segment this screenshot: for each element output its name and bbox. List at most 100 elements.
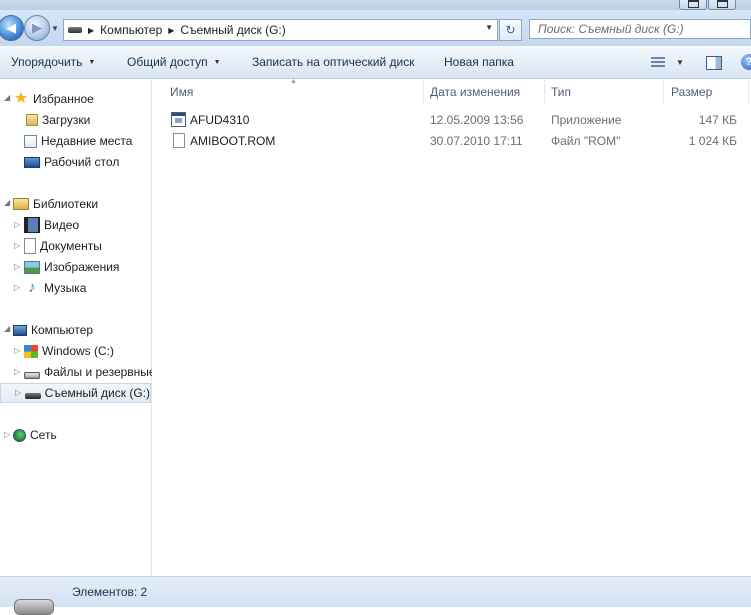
video-library-icon <box>24 217 40 233</box>
search-placeholder: Поиск: Съемный диск (G:) <box>538 22 684 36</box>
navigation-pane: ◢ ★ Избранное Загрузки Недавние места Ра… <box>0 79 156 576</box>
expand-icon[interactable]: ▷ <box>14 220 20 229</box>
command-bar: Упорядочить ▼ Общий доступ ▼ Записать на о… <box>0 46 751 79</box>
burn-button[interactable]: Записать на оптический диск <box>252 55 415 69</box>
chevron-down-icon: ▼ <box>213 59 221 66</box>
expand-icon[interactable]: ▷ <box>14 241 20 250</box>
file-icon <box>173 133 185 148</box>
expand-icon[interactable]: ▷ <box>14 262 20 271</box>
burn-label: Записать на оптический диск <box>252 55 415 69</box>
minimize-button[interactable] <box>679 0 707 10</box>
maximize-button[interactable] <box>708 0 736 10</box>
arrow-right-icon: ▶ <box>32 20 42 35</box>
column-size[interactable]: Размер <box>671 85 712 99</box>
column-divider[interactable] <box>544 79 545 104</box>
nav-item-backup-drive[interactable]: Файлы и резервные <box>24 362 156 382</box>
nav-item-label: Недавние места <box>41 134 133 148</box>
collapse-icon[interactable]: ◢ <box>4 198 10 207</box>
nav-network-label: Сеть <box>30 428 57 442</box>
column-divider[interactable] <box>423 79 424 104</box>
address-dropdown-icon[interactable]: ▼ <box>485 23 493 32</box>
organize-button[interactable]: Упорядочить ▼ <box>11 55 95 69</box>
column-header-row: ▲ Имя Дата изменения Тип Размер <box>152 78 751 104</box>
nav-item-label: Съемный диск (G:) <box>44 386 150 400</box>
file-size: 147 КБ <box>698 113 737 127</box>
breadcrumb-separator-icon[interactable]: ▶ <box>88 26 94 35</box>
nav-item-drive-c[interactable]: Windows (C:) <box>24 341 114 361</box>
refresh-icon: ↻ <box>505 23 516 37</box>
address-row: ◀ ▶ ▼ ▶ Компьютер ▶ Съемный диск (G:) ▼ … <box>0 10 751 46</box>
preview-pane-icon[interactable] <box>706 56 722 70</box>
file-size: 1 024 КБ <box>688 134 737 148</box>
column-divider[interactable] <box>748 79 749 104</box>
nav-item-downloads[interactable]: Загрузки <box>24 110 90 130</box>
nav-item-video[interactable]: Видео <box>24 215 79 235</box>
star-icon: ★ <box>13 90 29 107</box>
share-button[interactable]: Общий доступ ▼ <box>127 55 221 69</box>
nav-item-label: Windows (C:) <box>42 344 115 358</box>
collapse-icon[interactable]: ◢ <box>4 324 10 333</box>
nav-item-label: Изображения <box>44 260 120 274</box>
column-date[interactable]: Дата изменения <box>430 85 520 99</box>
sort-ascending-icon: ▲ <box>290 78 297 85</box>
expand-icon[interactable]: ▷ <box>15 388 21 397</box>
expand-icon[interactable]: ▷ <box>14 283 20 292</box>
desktop-icon <box>24 156 40 168</box>
nav-item-recent-places[interactable]: Недавние места <box>24 131 132 151</box>
expand-icon[interactable]: ▷ <box>14 367 20 376</box>
nav-network[interactable]: Сеть <box>13 425 57 445</box>
library-folder-icon <box>13 198 29 210</box>
computer-icon <box>13 324 27 336</box>
pictures-library-icon <box>24 260 40 274</box>
file-list: ▲ Имя Дата изменения Тип Размер AFUD4310… <box>152 78 751 576</box>
nav-item-images[interactable]: Изображения <box>24 257 119 277</box>
file-name: AFUD4310 <box>190 113 250 127</box>
nav-libraries-label: Библиотеки <box>33 197 99 211</box>
view-options-icon[interactable] <box>651 57 665 68</box>
expand-icon[interactable]: ▷ <box>4 430 10 439</box>
new-folder-button[interactable]: Новая папка <box>444 55 514 69</box>
column-type[interactable]: Тип <box>551 85 571 99</box>
recent-pages-dropdown[interactable]: ▼ <box>51 24 59 33</box>
view-options-dropdown-icon[interactable]: ▼ <box>676 58 684 67</box>
nav-item-label: Видео <box>44 218 80 232</box>
nav-libraries[interactable]: Библиотеки <box>13 194 98 214</box>
chevron-down-icon: ▼ <box>88 59 96 66</box>
column-name[interactable]: Имя <box>170 85 193 99</box>
nav-favorites[interactable]: ★ Избранное <box>13 89 94 109</box>
nav-computer[interactable]: Компьютер <box>13 320 93 340</box>
refresh-button[interactable]: ↻ <box>499 19 522 41</box>
new-folder-label: Новая папка <box>444 55 514 69</box>
expand-icon[interactable]: ▷ <box>14 346 20 355</box>
file-row[interactable]: AFUD4310 12.05.2009 13:56 Приложение 147… <box>168 110 743 130</box>
address-bar[interactable]: ▶ Компьютер ▶ Съемный диск (G:) ▼ <box>63 19 498 41</box>
title-bar <box>0 0 751 10</box>
breadcrumb-separator-icon[interactable]: ▶ <box>168 26 174 35</box>
removable-drive-icon <box>25 393 41 399</box>
music-note-icon: ♪ <box>28 279 36 296</box>
arrow-left-icon: ◀ <box>6 20 16 35</box>
nav-item-label: Файлы и резервные <box>44 365 156 379</box>
nav-item-label: Музыка <box>44 281 87 295</box>
nav-computer-label: Компьютер <box>31 323 94 337</box>
windows-drive-icon <box>24 344 38 358</box>
breadcrumb-computer[interactable]: Компьютер <box>100 23 162 37</box>
file-row[interactable]: AMIBOOT.ROM 30.07.2010 17:11 Файл "ROM" … <box>168 131 743 151</box>
file-date: 12.05.2009 13:56 <box>430 113 524 127</box>
nav-item-music[interactable]: ♪ Музыка <box>24 278 86 298</box>
breadcrumb-drive[interactable]: Съемный диск (G:) <box>180 23 285 37</box>
help-icon[interactable]: ? <box>741 54 751 70</box>
exe-icon <box>171 112 186 127</box>
nav-item-documents[interactable]: Документы <box>24 236 102 256</box>
column-divider[interactable] <box>663 79 664 104</box>
network-icon <box>13 428 26 442</box>
back-button[interactable]: ◀ <box>0 15 24 41</box>
organize-label: Упорядочить <box>11 55 83 69</box>
collapse-icon[interactable]: ◢ <box>4 93 10 102</box>
file-type: Приложение <box>551 113 622 127</box>
removable-drive-icon <box>14 599 54 615</box>
nav-item-removable-drive[interactable]: ▷ Съемный диск (G:) <box>0 383 151 403</box>
search-input[interactable]: Поиск: Съемный диск (G:) <box>529 19 751 39</box>
nav-item-desktop[interactable]: Рабочий стол <box>24 152 119 172</box>
forward-button[interactable]: ▶ <box>24 15 50 41</box>
